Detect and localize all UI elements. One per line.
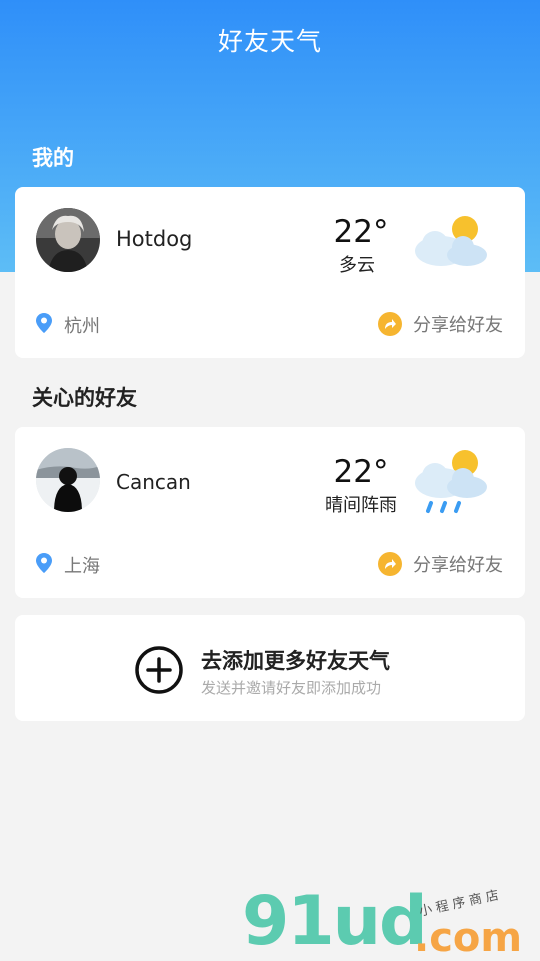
weather-condition: 多云 — [339, 255, 375, 276]
location-pin-icon — [36, 553, 52, 573]
partly-cloudy-icon — [415, 216, 487, 266]
location-pin-icon — [36, 313, 52, 333]
share-label: 分享给好友 — [413, 315, 503, 336]
add-friend-subtitle: 发送并邀请好友即添加成功 — [201, 679, 382, 697]
weather-condition: 晴间阵雨 — [325, 495, 397, 516]
watermark-logo: 91ud .com 小程序商店 — [240, 882, 540, 961]
temperature: 22° — [333, 214, 389, 250]
location-text: 上海 — [64, 556, 100, 577]
add-friend-card[interactable]: 去添加更多好友天气 发送并邀请好友即添加成功 — [15, 615, 525, 721]
share-button[interactable]: 分享给好友 — [378, 551, 503, 577]
section-label-mine: 我的 — [32, 146, 74, 170]
temperature: 22° — [333, 454, 389, 490]
share-arrow-icon — [378, 552, 402, 576]
section-label-friends: 关心的好友 — [32, 386, 137, 410]
sun-shower-icon — [415, 450, 487, 513]
avatar[interactable] — [36, 448, 100, 512]
user-name: Hotdog — [116, 227, 193, 251]
watermark-brand: 91ud — [242, 882, 428, 961]
friend-weather-card[interactable]: Cancan 22° 晴间阵雨 上海 分享给好友 — [15, 427, 525, 598]
share-arrow-icon — [378, 312, 402, 336]
friend-name: Cancan — [116, 470, 191, 494]
my-weather-card[interactable]: Hotdog 22° 多云 杭州 分享给好友 — [15, 187, 525, 358]
share-label: 分享给好友 — [413, 555, 503, 576]
page-title: 好友天气 — [217, 27, 322, 56]
add-friend-button[interactable]: 去添加更多好友天气 发送并邀请好友即添加成功 — [135, 644, 435, 697]
watermark-domain: .com — [414, 915, 523, 961]
avatar[interactable] — [36, 208, 100, 272]
add-friend-title: 去添加更多好友天气 — [201, 649, 390, 673]
share-button[interactable]: 分享给好友 — [378, 311, 503, 337]
plus-circle-icon — [135, 646, 183, 694]
location-text: 杭州 — [64, 316, 100, 337]
